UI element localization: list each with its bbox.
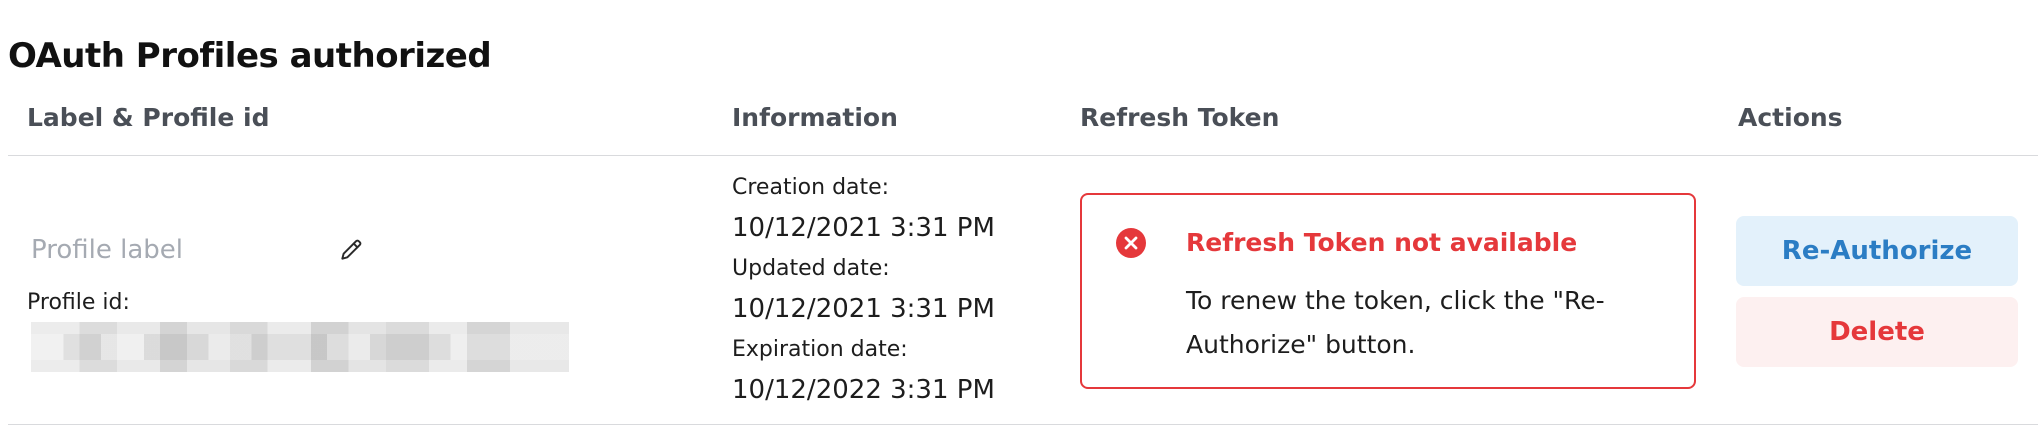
delete-button[interactable]: Delete <box>1736 297 2018 367</box>
expiration-date-value: 10/12/2022 3:31 PM <box>732 375 995 405</box>
row-divider <box>8 424 2038 425</box>
alert-message: To renew the token, click the "Re-Author… <box>1186 286 1605 359</box>
header-divider <box>8 155 2038 156</box>
profile-label-field[interactable]: Profile label <box>24 228 369 272</box>
header-information: Information <box>732 103 898 132</box>
updated-date-label: Updated date: <box>732 256 890 281</box>
refresh-token-alert: Refresh Token not available To renew the… <box>1080 193 1696 389</box>
pencil-icon[interactable] <box>338 237 364 263</box>
alert-title: Refresh Token not available <box>1186 228 1578 257</box>
reauthorize-button[interactable]: Re-Authorize <box>1736 216 2018 286</box>
updated-date-value: 10/12/2021 3:31 PM <box>732 294 995 324</box>
creation-date-label: Creation date: <box>732 175 890 200</box>
header-label-profile-id: Label & Profile id <box>27 103 270 132</box>
header-refresh-token: Refresh Token <box>1080 103 1280 132</box>
profile-id-label: Profile id: <box>27 290 130 315</box>
page-title: OAuth Profiles authorized <box>8 36 492 76</box>
header-actions: Actions <box>1738 103 1843 132</box>
expiration-date-label: Expiration date: <box>732 337 908 362</box>
profile-label-placeholder: Profile label <box>31 235 183 265</box>
error-circle-icon <box>1115 227 1147 259</box>
profile-id-value-redacted <box>31 322 569 372</box>
creation-date-value: 10/12/2021 3:31 PM <box>732 213 995 243</box>
